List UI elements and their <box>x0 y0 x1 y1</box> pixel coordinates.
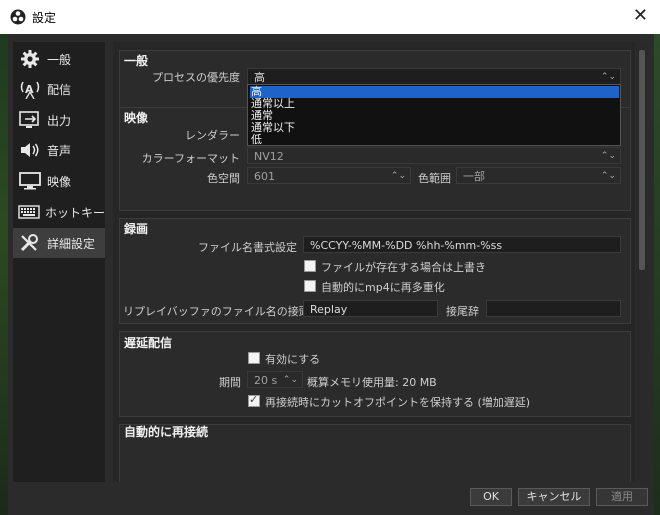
updown-arrow-icon: ⌃⌄ <box>600 151 616 161</box>
auto-remux-label: 自動的にmp4に再多重化 <box>321 281 445 294</box>
delay-duration-value: 20 s <box>254 374 278 387</box>
delay-duration-spinbox[interactable]: 20 s ⌃⌄ <box>247 371 303 388</box>
sidebar-item-stream[interactable]: A 配信 <box>13 74 105 104</box>
keyboard-icon <box>17 201 41 223</box>
desktop-background-left <box>0 34 8 515</box>
filename-format-input[interactable]: %CCYY-%MM-%DD %hh-%mm-%ss <box>303 236 621 253</box>
speaker-icon <box>17 139 43 161</box>
monitor-icon <box>17 170 43 192</box>
ok-button[interactable]: OK <box>470 488 512 506</box>
stream-delay-group-title: 遅延配信 <box>124 336 173 350</box>
title-bar: 設定 ✕ <box>0 0 660 34</box>
color-range-label: 色範囲 <box>418 172 451 185</box>
sidebar-item-advanced[interactable]: 詳細設定 <box>13 228 105 258</box>
sidebar-item-label: 詳細設定 <box>47 236 96 251</box>
general-group-title: 一般 <box>124 54 149 68</box>
color-format-value: NV12 <box>254 150 284 163</box>
sidebar-item-label: 映像 <box>47 174 72 189</box>
sidebar-item-audio[interactable]: 音声 <box>13 135 105 165</box>
replay-prefix-input[interactable]: Replay <box>303 300 438 317</box>
desktop-background-right <box>654 34 660 515</box>
cancel-button[interactable]: キャンセル <box>518 488 590 506</box>
color-format-select[interactable]: NV12 ⌃⌄ <box>247 147 621 164</box>
output-icon <box>17 109 43 131</box>
updown-arrow-icon: ⌃⌄ <box>282 375 298 385</box>
enable-delay-label: 有効にする <box>265 353 321 366</box>
color-format-label: カラーフォーマット <box>141 152 240 165</box>
window-title: 設定 <box>32 11 57 25</box>
delay-duration-label: 期間 <box>219 376 241 389</box>
close-icon[interactable]: ✕ <box>633 6 648 26</box>
gear-icon <box>17 48 43 70</box>
renderer-label: レンダラー <box>185 129 240 142</box>
settings-sidebar: 一般 A 配信 出力 音声 映像 ホットキー 詳細設定 <box>13 42 105 482</box>
obs-logo-icon <box>10 9 26 25</box>
color-space-select[interactable]: 601 ⌃⌄ <box>247 167 411 184</box>
process-priority-label: プロセスの優先度 <box>152 71 240 84</box>
updown-arrow-icon: ⌃⌄ <box>390 171 406 181</box>
updown-arrow-icon: ⌃⌄ <box>600 171 616 181</box>
filename-format-label: ファイル名書式設定 <box>198 241 297 254</box>
sidebar-item-video[interactable]: 映像 <box>13 166 105 196</box>
apply-button[interactable]: 適用 <box>596 488 648 506</box>
suffix-label: 接尾辞 <box>446 305 479 318</box>
sidebar-item-label: 一般 <box>47 52 72 67</box>
video-group-title: 映像 <box>124 111 149 125</box>
recording-group-title: 録画 <box>124 222 149 236</box>
updown-arrow-icon: ⌃⌄ <box>600 72 616 82</box>
process-priority-dropdown-list: 高 通常以上 通常 通常以下 低 <box>247 84 621 146</box>
color-space-value: 601 <box>254 170 275 183</box>
sidebar-item-output[interactable]: 出力 <box>13 105 105 135</box>
color-space-label: 色空間 <box>207 172 240 185</box>
sidebar-item-label: 音声 <box>47 143 72 158</box>
color-range-select[interactable]: 一部 ⌃⌄ <box>456 167 621 184</box>
sidebar-item-label: 配信 <box>47 82 72 97</box>
overwrite-label: ファイルが存在する場合は上書き <box>321 261 486 274</box>
sidebar-item-hotkeys[interactable]: ホットキー <box>13 197 105 227</box>
sidebar-item-label: ホットキー <box>44 205 105 220</box>
broadcast-icon: A <box>17 78 43 100</box>
sidebar-item-general[interactable]: 一般 <box>13 44 105 74</box>
enable-delay-checkbox[interactable] <box>248 352 260 364</box>
replay-prefix-label: リプレイバッファのファイル名の接頭辞 <box>123 305 321 318</box>
preserve-cutoff-checkbox[interactable]: ✓ <box>248 393 260 407</box>
auto-reconnect-group-title: 自動的に再接続 <box>124 425 209 439</box>
process-priority-value: 高 <box>254 71 265 84</box>
suffix-input[interactable] <box>486 300 621 317</box>
overwrite-checkbox[interactable] <box>304 260 316 272</box>
memory-estimate-label: 概算メモリ使用量: 20 MB <box>307 376 437 389</box>
preserve-cutoff-label: 再接続時にカットオフポイントを保持する (増加遅延) <box>265 396 531 409</box>
color-range-value: 一部 <box>463 170 485 183</box>
content-scrollbar[interactable] <box>636 42 648 482</box>
process-priority-select[interactable]: 高 ⌃⌄ <box>247 68 621 85</box>
scrollbar-thumb[interactable] <box>639 50 645 270</box>
dropdown-option-high[interactable]: 高 <box>250 86 619 98</box>
sidebar-item-label: 出力 <box>47 113 72 128</box>
auto-remux-checkbox[interactable] <box>304 280 316 292</box>
dropdown-option-low[interactable]: 低 <box>250 134 262 146</box>
checkmark-icon: ✓ <box>249 393 259 406</box>
wrench-icon <box>17 232 43 254</box>
